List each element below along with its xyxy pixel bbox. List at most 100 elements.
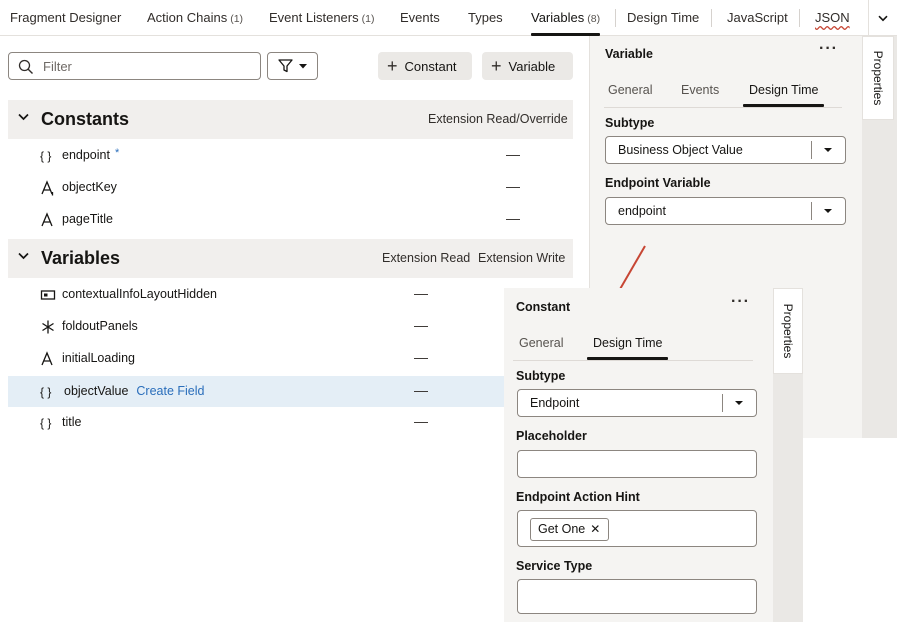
tab-action-chains[interactable]: Action Chains (1) bbox=[147, 0, 243, 36]
chip-label: Get One bbox=[538, 522, 586, 536]
add-variable-button[interactable]: + Variable bbox=[482, 52, 573, 80]
add-constant-button[interactable]: + Constant bbox=[378, 52, 472, 80]
tab-label: Events bbox=[400, 10, 440, 25]
more-actions-icon[interactable]: ··· bbox=[819, 40, 838, 58]
close-icon[interactable]: ✕ bbox=[590, 522, 600, 536]
select-divider bbox=[722, 394, 723, 412]
item-name: objectValue Create Field bbox=[64, 384, 205, 398]
tab-design-time[interactable]: Design Time bbox=[627, 0, 699, 36]
tab-count: (1) bbox=[361, 13, 375, 25]
caret-down-icon bbox=[824, 148, 832, 152]
top-tab-bar: Fragment Designer Action Chains (1) Event… bbox=[0, 0, 897, 36]
endpoint-action-hint-input[interactable]: Get One ✕ bbox=[517, 510, 757, 547]
tab-label: Event Listeners bbox=[269, 10, 359, 25]
extension-value: — bbox=[506, 146, 520, 162]
list-item[interactable]: { } endpoint * — bbox=[8, 140, 573, 171]
item-name: foldoutPanels bbox=[62, 319, 138, 333]
more-actions-icon[interactable]: ··· bbox=[731, 293, 750, 311]
filter-input[interactable] bbox=[43, 57, 253, 76]
button-label: Variable bbox=[508, 58, 556, 74]
column-header: Extension Read bbox=[382, 251, 471, 265]
endpoint-action-hint-label: Endpoint Action Hint bbox=[516, 490, 640, 504]
tab-divider bbox=[799, 9, 800, 27]
panel-title: Constant bbox=[516, 300, 571, 314]
tab-fragment-designer[interactable]: Fragment Designer bbox=[10, 0, 121, 36]
extension-value: — bbox=[414, 349, 428, 365]
chevron-down-icon[interactable] bbox=[18, 252, 29, 260]
plus-icon: + bbox=[491, 56, 502, 76]
subtype-select[interactable]: Endpoint bbox=[517, 389, 757, 417]
list-item-selected[interactable]: { } objectValue Create Field — bbox=[8, 376, 505, 407]
string-icon bbox=[41, 212, 53, 227]
constant-properties-panel: Constant ··· General Design Time Subtype… bbox=[504, 288, 773, 622]
placeholder-input[interactable] bbox=[517, 450, 757, 478]
item-name: title bbox=[62, 415, 82, 429]
button-label: Constant bbox=[404, 58, 457, 74]
string-icon bbox=[41, 351, 53, 366]
list-item[interactable]: initialLoading — bbox=[8, 343, 573, 374]
service-type-input[interactable] bbox=[517, 579, 757, 614]
search-icon bbox=[18, 59, 33, 74]
tab-count: (1) bbox=[230, 13, 244, 25]
panel-tab-design-time[interactable]: Design Time bbox=[586, 336, 670, 360]
create-field-link[interactable]: Create Field bbox=[136, 384, 204, 398]
select-value: Endpoint bbox=[530, 396, 580, 410]
properties-tab-label: Properties bbox=[781, 303, 795, 359]
tab-divider bbox=[615, 9, 616, 27]
tab-label: Variables bbox=[531, 10, 585, 25]
list-item[interactable]: objectKey — bbox=[8, 172, 573, 203]
tab-types[interactable]: Types bbox=[468, 0, 503, 36]
panel-tab-events[interactable]: Events bbox=[681, 83, 719, 97]
list-item[interactable]: contextualInfoLayoutHidden — bbox=[8, 279, 573, 310]
constants-section-header[interactable]: Constants Extension Read/Override bbox=[8, 100, 573, 139]
filter-menu-button[interactable] bbox=[267, 52, 318, 80]
select-value: Business Object Value bbox=[618, 143, 743, 157]
tab-event-listeners[interactable]: Event Listeners (1) bbox=[269, 0, 374, 36]
tab-label: Fragment Designer bbox=[10, 10, 122, 25]
subtype-label: Subtype bbox=[605, 116, 655, 130]
tab-events[interactable]: Events bbox=[400, 0, 440, 36]
caret-down-icon bbox=[824, 209, 832, 213]
item-name: objectKey bbox=[62, 180, 117, 194]
select-value: endpoint bbox=[618, 204, 666, 218]
chevron-down-icon[interactable] bbox=[18, 113, 29, 121]
tab-label: Action Chains bbox=[147, 10, 228, 25]
funnel-icon bbox=[278, 59, 293, 73]
list-item[interactable]: pageTitle — bbox=[8, 204, 573, 235]
properties-tab[interactable]: Properties bbox=[862, 36, 894, 120]
tab-label: Types bbox=[468, 10, 503, 25]
properties-tab[interactable]: Properties bbox=[773, 288, 803, 374]
variables-section-header[interactable]: Variables Extension Read Extension Write bbox=[8, 239, 573, 278]
properties-tab-label: Properties bbox=[871, 50, 885, 106]
tab-divider bbox=[604, 107, 842, 108]
tab-label: JSON bbox=[815, 10, 850, 25]
endpoint-variable-select[interactable]: endpoint bbox=[605, 197, 846, 225]
section-title: Variables bbox=[41, 248, 121, 268]
chevron-down-icon bbox=[878, 15, 888, 21]
extension-value: — bbox=[506, 210, 520, 226]
service-type-label: Service Type bbox=[516, 559, 593, 573]
column-header: Extension Write bbox=[478, 251, 566, 265]
item-name: contextualInfoLayoutHidden bbox=[62, 287, 217, 301]
extension-value: — bbox=[414, 317, 428, 333]
object-braces-icon: { } bbox=[40, 149, 52, 163]
filter-input-box[interactable] bbox=[8, 52, 261, 80]
endpoint-variable-label: Endpoint Variable bbox=[605, 176, 711, 190]
get-one-chip: Get One ✕ bbox=[530, 518, 610, 541]
caret-down-icon bbox=[735, 401, 743, 405]
object-braces-icon: { } bbox=[40, 385, 52, 399]
list-item[interactable]: foldoutPanels — bbox=[8, 311, 573, 342]
select-divider bbox=[811, 202, 812, 220]
panel-tab-general[interactable]: General bbox=[608, 83, 652, 97]
more-tabs-button[interactable] bbox=[868, 0, 897, 36]
subtype-label: Subtype bbox=[516, 369, 566, 383]
tab-json[interactable]: JSON bbox=[815, 0, 850, 36]
panel-tab-general[interactable]: General bbox=[519, 336, 563, 350]
list-item[interactable]: { } title — bbox=[8, 407, 573, 438]
tab-variables[interactable]: Variables (8) bbox=[531, 0, 601, 36]
subtype-select[interactable]: Business Object Value bbox=[605, 136, 846, 164]
plus-icon: + bbox=[387, 56, 398, 76]
panel-tab-design-time[interactable]: Design Time bbox=[742, 83, 826, 107]
tab-javascript[interactable]: JavaScript bbox=[727, 0, 788, 36]
panel-title: Variable bbox=[605, 47, 653, 61]
